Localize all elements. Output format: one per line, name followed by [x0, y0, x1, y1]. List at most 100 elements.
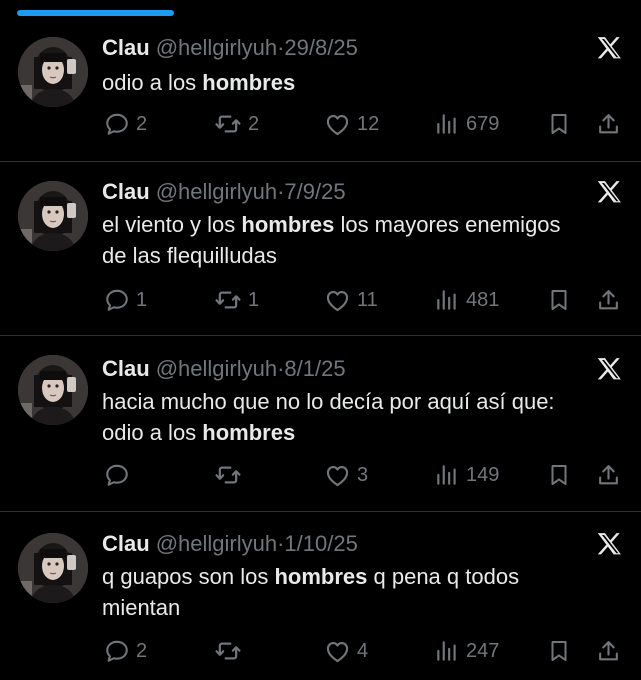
- avatar[interactable]: [18, 181, 88, 251]
- x-logo-icon: [594, 34, 624, 64]
- user-handle[interactable]: @hellgirlyuh: [156, 179, 277, 204]
- bookmark-button[interactable]: [547, 284, 571, 316]
- retweet-icon: [214, 637, 242, 665]
- tweet[interactable]: Clau @hellgirlyuh·7/9/25 el viento y los …: [0, 162, 641, 336]
- like-button[interactable]: 4: [324, 635, 368, 667]
- retweet-button[interactable]: 1: [214, 284, 259, 316]
- retweet-count: 2: [248, 112, 260, 135]
- views-button[interactable]: 247: [434, 635, 499, 667]
- like-button[interactable]: 3: [324, 459, 368, 491]
- tweet-header: Clau @hellgirlyuh·7/9/25: [102, 179, 346, 205]
- tweet-text-line: odio a los hombres: [102, 70, 296, 95]
- avatar[interactable]: [18, 37, 88, 107]
- reply-icon: [104, 287, 130, 313]
- bookmark-button[interactable]: [547, 459, 571, 491]
- view-count: 149: [466, 463, 500, 486]
- retweet-icon: [214, 286, 242, 314]
- retweet-icon: [214, 110, 242, 138]
- scroll-indicator: [17, 10, 174, 16]
- user-handle[interactable]: @hellgirlyuh: [156, 35, 277, 60]
- tweet-text: q guapos son los hombres q pena q todos …: [102, 561, 622, 623]
- share-icon: [596, 463, 621, 488]
- reply-icon: [104, 638, 130, 664]
- display-name[interactable]: Clau: [102, 35, 150, 60]
- tweet-text-line: q guapos son los hombres q pena q todos: [102, 564, 520, 589]
- like-count: 3: [357, 463, 369, 486]
- x-logo-icon: [594, 530, 624, 560]
- display-name[interactable]: Clau: [102, 179, 150, 204]
- view-count: 679: [466, 112, 500, 135]
- tweet-date[interactable]: 7/9/25: [284, 179, 345, 204]
- tweet-text-line: mientan: [102, 595, 181, 620]
- views-icon: [434, 638, 460, 664]
- share-icon: [596, 639, 621, 664]
- user-handle[interactable]: @hellgirlyuh: [156, 531, 277, 556]
- tweet-actions: 2 2 12 679: [0, 108, 641, 140]
- like-count: 12: [357, 112, 380, 135]
- reply-count: 1: [136, 288, 148, 311]
- x-logo-icon: [594, 178, 624, 208]
- reply-button[interactable]: [104, 459, 136, 491]
- reply-icon: [104, 111, 130, 137]
- retweet-button[interactable]: [214, 635, 248, 667]
- reply-button[interactable]: 2: [104, 108, 147, 140]
- retweet-button[interactable]: 2: [214, 108, 259, 140]
- tweet-text: hacia mucho que no lo decía por aquí así…: [102, 386, 622, 448]
- share-button[interactable]: [596, 635, 621, 667]
- user-handle[interactable]: @hellgirlyuh: [156, 356, 277, 381]
- reply-button[interactable]: 2: [104, 635, 147, 667]
- bookmark-icon: [547, 639, 571, 663]
- heart-icon: [324, 287, 351, 314]
- views-button[interactable]: 149: [434, 459, 499, 491]
- retweet-count: 1: [248, 288, 260, 311]
- tweet-date[interactable]: 29/8/25: [284, 35, 357, 60]
- display-name[interactable]: Clau: [102, 531, 150, 556]
- reply-icon: [104, 462, 130, 488]
- like-count: 4: [357, 639, 369, 662]
- share-button[interactable]: [596, 459, 621, 491]
- bookmark-button[interactable]: [547, 635, 571, 667]
- reply-count: 2: [136, 639, 148, 662]
- bookmark-icon: [547, 288, 571, 312]
- tweet-date[interactable]: 8/1/25: [284, 356, 345, 381]
- x-logo-icon: [594, 355, 624, 385]
- bookmark-button[interactable]: [547, 108, 571, 140]
- tweet-text: el viento y los hombres los mayores enem…: [102, 209, 622, 271]
- tweet-date[interactable]: 1/10/25: [284, 531, 357, 556]
- view-count: 247: [466, 639, 500, 662]
- avatar[interactable]: [18, 533, 88, 603]
- bookmark-icon: [547, 463, 571, 487]
- tweet[interactable]: Clau @hellgirlyuh·29/8/25 odio a los homb…: [0, 20, 641, 162]
- heart-icon: [324, 638, 351, 665]
- tweet-actions: 1 1 11 481: [0, 284, 641, 316]
- views-icon: [434, 462, 460, 488]
- tweet-text-line: hacia mucho que no lo decía por aquí así…: [102, 389, 555, 414]
- bookmark-icon: [547, 112, 571, 136]
- views-icon: [434, 111, 460, 137]
- heart-icon: [324, 462, 351, 489]
- display-name[interactable]: Clau: [102, 356, 150, 381]
- tweet[interactable]: Clau @hellgirlyuh·1/10/25 q guapos son lo…: [0, 512, 641, 680]
- tweet-text-line: el viento y los hombres los mayores enem…: [102, 212, 561, 237]
- tweet-header: Clau @hellgirlyuh·1/10/25: [102, 531, 358, 557]
- avatar[interactable]: [18, 355, 88, 425]
- view-count: 481: [466, 288, 500, 311]
- tweet-text: odio a los hombres: [102, 67, 622, 98]
- reply-button[interactable]: 1: [104, 284, 147, 316]
- tweet[interactable]: Clau @hellgirlyuh·8/1/25 hacia mucho que …: [0, 336, 641, 512]
- share-button[interactable]: [596, 108, 621, 140]
- reply-count: 2: [136, 112, 148, 135]
- views-button[interactable]: 481: [434, 284, 499, 316]
- tweet-actions: 3 149: [0, 459, 641, 491]
- share-button[interactable]: [596, 284, 621, 316]
- tweet-text-line: odio a los hombres: [102, 420, 296, 445]
- views-icon: [434, 287, 460, 313]
- heart-icon: [324, 111, 351, 138]
- views-button[interactable]: 679: [434, 108, 499, 140]
- retweet-button[interactable]: [214, 459, 248, 491]
- like-button[interactable]: 11: [324, 284, 378, 316]
- like-button[interactable]: 12: [324, 108, 379, 140]
- tweet-actions: 2 4 247: [0, 635, 641, 667]
- tweet-text-line: de las flequilludas: [102, 243, 277, 268]
- tweet-header: Clau @hellgirlyuh·29/8/25: [102, 35, 358, 61]
